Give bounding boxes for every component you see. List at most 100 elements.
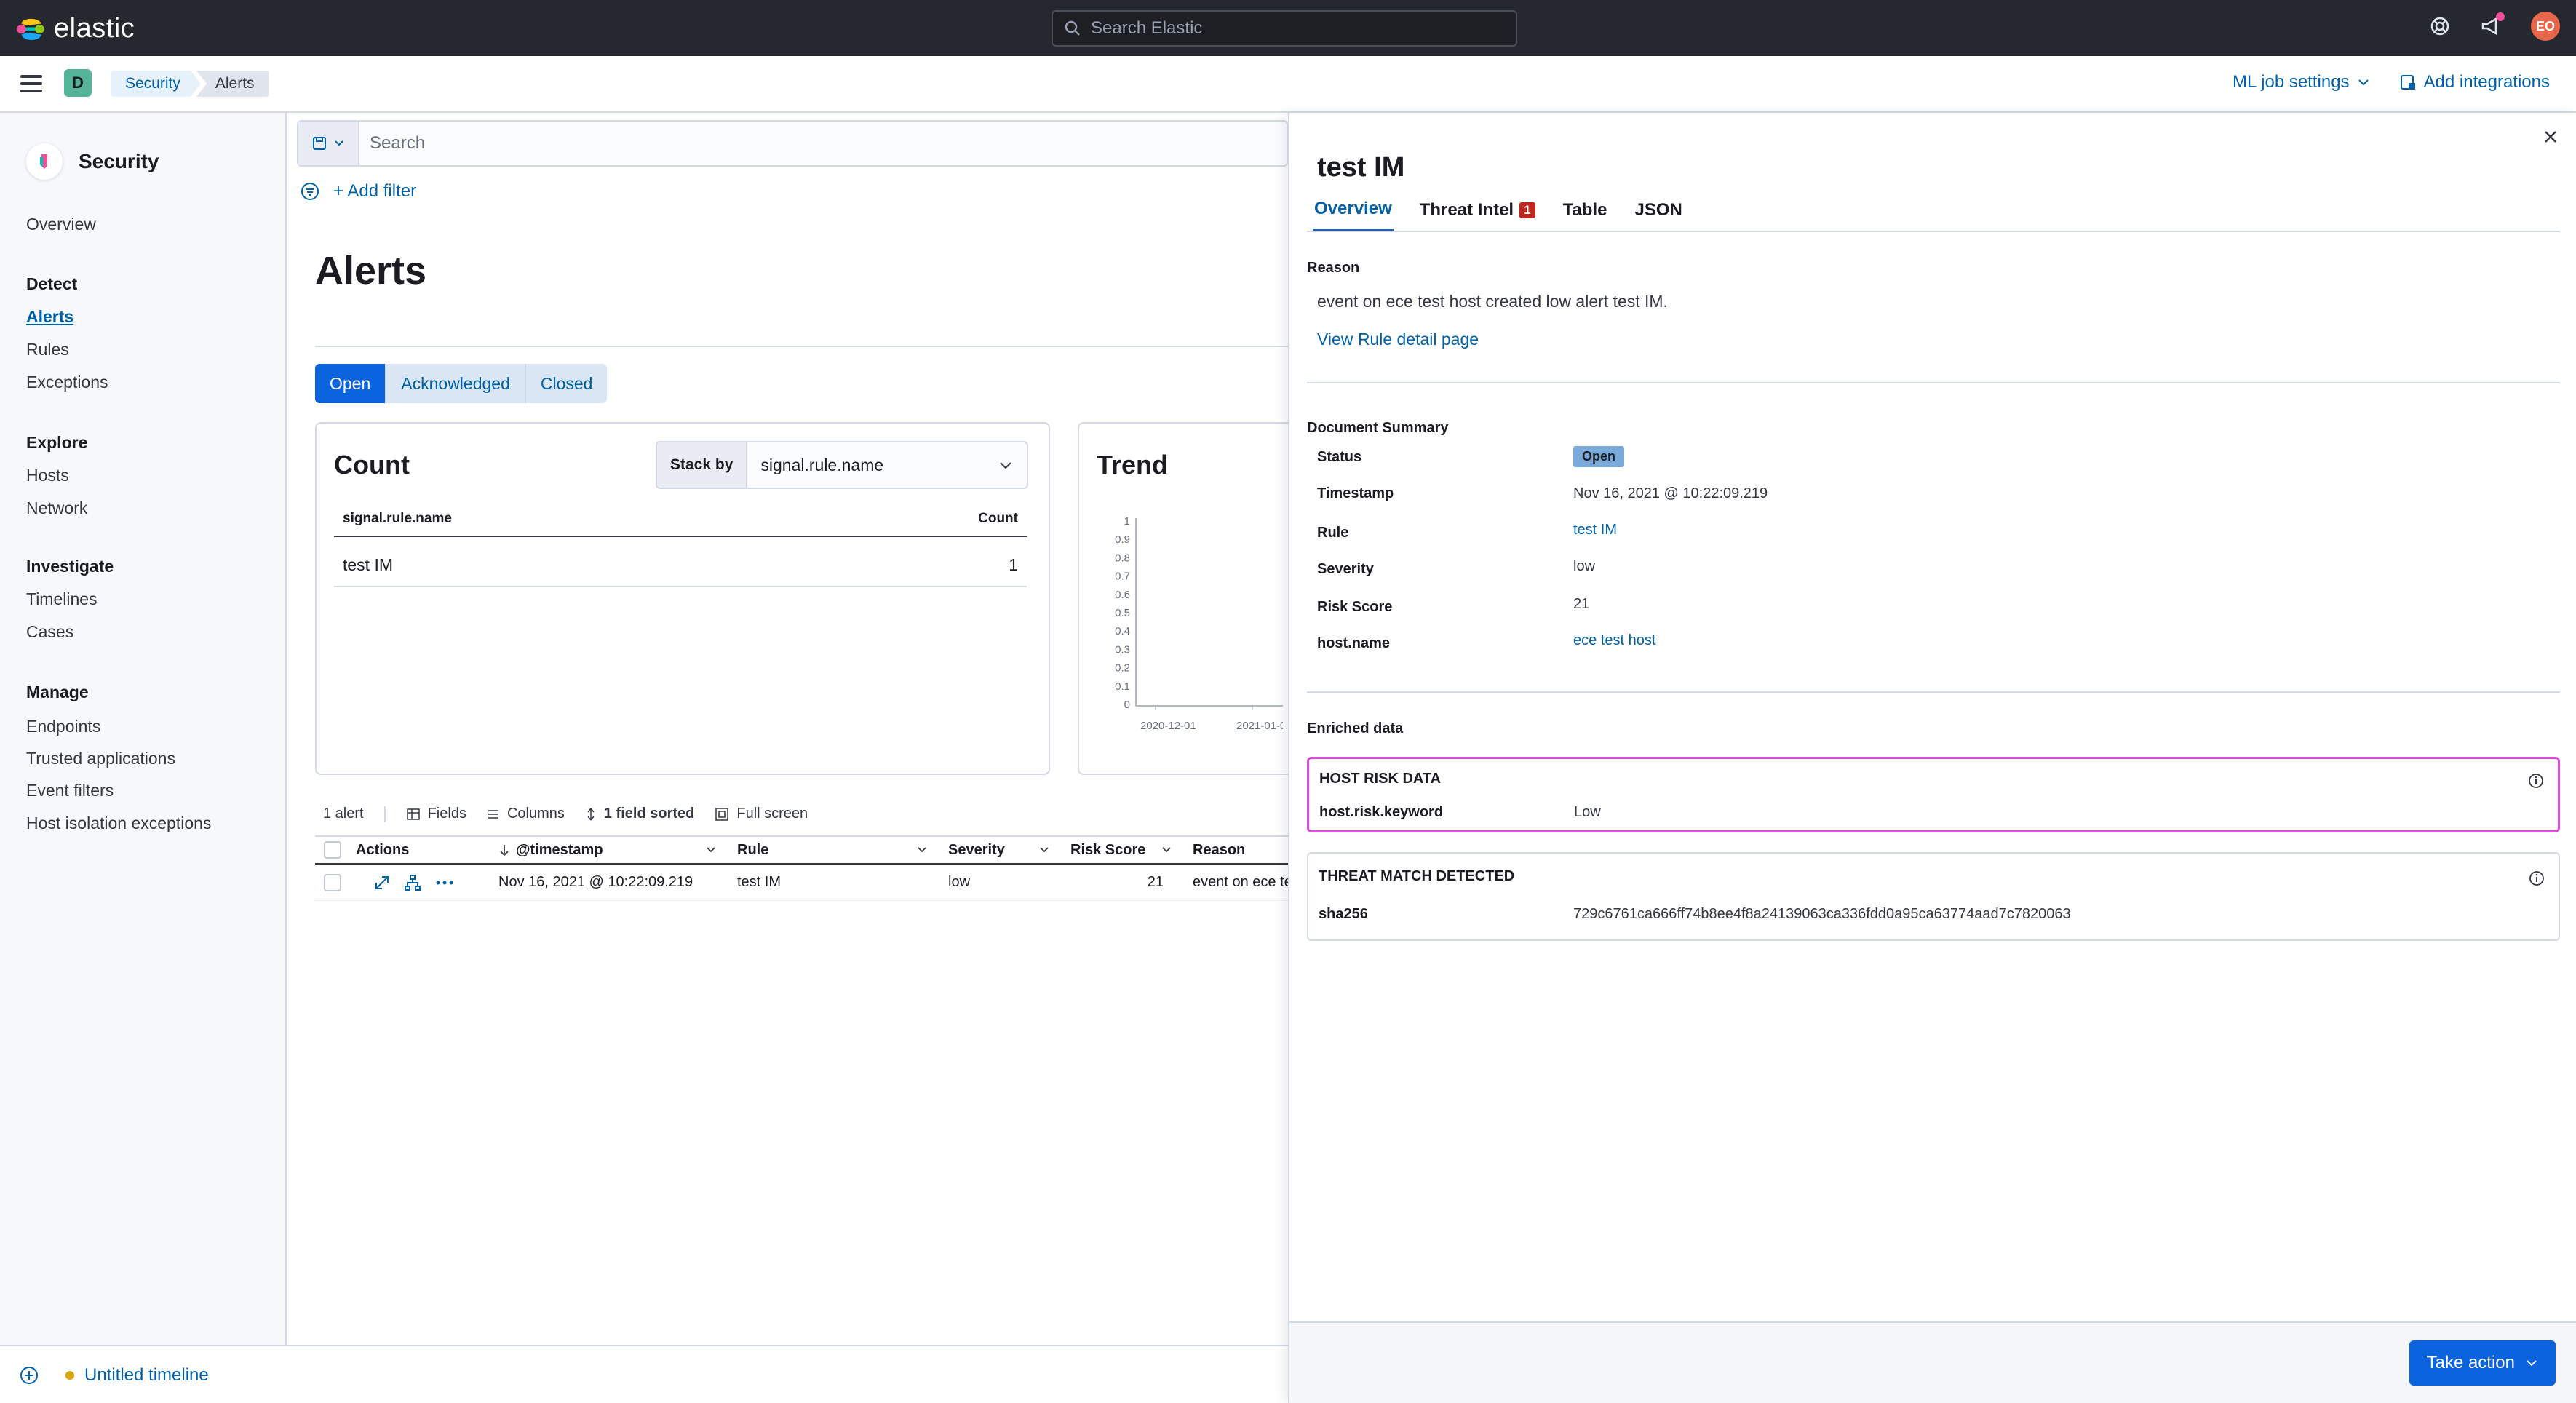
threat-match-value: 729c6761ca666ff74b8ee4f8a24139063ca336fd… <box>1573 906 2071 922</box>
take-action-label: Take action <box>2426 1353 2515 1372</box>
divider <box>1307 382 2560 383</box>
news-feed-button[interactable] <box>2480 12 2505 37</box>
status-filter-group: Open Acknowledged Closed <box>315 364 608 403</box>
count-panel-title: Count <box>334 450 410 480</box>
query-search-input[interactable] <box>359 133 1233 154</box>
y-tick-label: 0.1 <box>1115 680 1130 693</box>
column-header-reason[interactable]: Reason <box>1184 842 1288 859</box>
divider <box>1307 231 2560 232</box>
user-avatar[interactable]: EO <box>2531 12 2560 41</box>
menu-toggle-icon[interactable] <box>20 75 42 92</box>
notification-dot <box>2496 12 2505 21</box>
breadcrumb-security[interactable]: Security <box>111 71 201 97</box>
threat-match-title: THREAT MATCH DETECTED <box>1319 868 1515 884</box>
sidebar-item-exceptions[interactable]: Exceptions <box>26 373 108 392</box>
reason-heading: Reason <box>1307 260 1360 276</box>
breadcrumb-alerts: Alerts <box>196 71 269 97</box>
add-integrations-button[interactable]: Add integrations <box>2399 72 2550 92</box>
untitled-timeline-button[interactable]: Untitled timeline <box>65 1365 209 1386</box>
select-all-checkbox[interactable] <box>324 841 341 859</box>
breadcrumb: Security Alerts <box>111 71 269 97</box>
count-panel: Count Stack by signal.rule.name signal.r… <box>315 422 1050 775</box>
sidebar-item-overview[interactable]: Overview <box>26 215 96 234</box>
analyze-event-icon[interactable] <box>404 874 421 891</box>
sidebar-item-rules[interactable]: Rules <box>26 340 69 359</box>
filter-options-icon[interactable] <box>300 181 320 202</box>
column-header-count[interactable]: Count <box>978 511 1018 536</box>
alerts-page: + Add filter Alerts Open Acknowledged Cl… <box>288 113 1288 1345</box>
host-risk-card: HOST RISK DATA host.risk.keyword Low <box>1307 757 2560 832</box>
info-icon[interactable] <box>2527 772 2545 790</box>
chevron-down-icon <box>2527 1360 2537 1367</box>
space-avatar[interactable]: D <box>64 69 92 97</box>
status-open-button[interactable]: Open <box>315 364 387 403</box>
stack-by-select[interactable]: Stack by signal.rule.name <box>656 441 1028 489</box>
expand-icon[interactable] <box>373 874 391 891</box>
sidebar-item-trusted-applications[interactable]: Trusted applications <box>26 749 175 768</box>
chevron-down-icon <box>1000 462 1011 469</box>
more-actions-icon[interactable] <box>434 874 455 891</box>
status-badge[interactable]: Open <box>1573 446 1625 467</box>
global-search[interactable] <box>1052 10 1517 47</box>
table-row[interactable]: test IM 1 <box>334 544 1027 587</box>
full-screen-button[interactable]: Full screen <box>715 806 808 822</box>
take-action-button[interactable]: Take action <box>2409 1340 2556 1386</box>
status-acknowledged-button[interactable]: Acknowledged <box>386 364 526 403</box>
ml-job-settings-button[interactable]: ML job settings <box>2233 72 2370 92</box>
summary-host-name-link[interactable]: ece test host <box>1573 632 1655 649</box>
column-header-severity[interactable]: Severity <box>939 842 1062 859</box>
query-bar <box>297 120 1288 167</box>
sidebar-title: Security <box>79 150 159 172</box>
summary-timestamp-value: Nov 16, 2021 @ 10:22:09.219 <box>1573 485 1768 501</box>
help-icon[interactable] <box>2429 15 2451 37</box>
column-header-rule-name[interactable]: signal.rule.name <box>343 511 452 536</box>
sidebar-item-endpoints[interactable]: Endpoints <box>26 717 100 736</box>
sidebar-group-investigate: Investigate <box>26 557 114 576</box>
sidebar-item-alerts[interactable]: Alerts <box>26 307 73 327</box>
sort-button[interactable]: 1 field sorted <box>585 806 694 822</box>
global-header: elastic EO <box>0 0 2576 56</box>
global-search-input[interactable] <box>1091 18 1498 39</box>
count-table-header: signal.rule.name Count <box>334 511 1027 537</box>
column-header-rule[interactable]: Rule <box>728 842 939 859</box>
grid-toolbar: 1 alert Fields Columns 1 field sorted Fu… <box>323 806 808 822</box>
tab-table[interactable]: Table <box>1562 199 1609 232</box>
sidebar-item-event-filters[interactable]: Event filters <box>26 781 114 800</box>
add-filter-button[interactable]: + Add filter <box>333 181 416 202</box>
logo-text: elastic <box>54 13 135 44</box>
y-tick-label: 0.6 <box>1115 589 1130 601</box>
column-header-risk-score[interactable]: Risk Score <box>1062 842 1184 859</box>
alerts-table-header: Actions @timestamp Rule Severity Risk Sc… <box>315 835 1288 865</box>
row-checkbox[interactable] <box>324 873 341 891</box>
rule-name-cell: test IM <box>343 555 394 574</box>
sidebar-item-hosts[interactable]: Hosts <box>26 466 69 485</box>
column-header-timestamp[interactable]: @timestamp <box>498 842 728 859</box>
flyout-title: test IM <box>1317 152 1405 183</box>
view-rule-detail-link[interactable]: View Rule detail page <box>1317 330 1479 349</box>
summary-risk-score-value: 21 <box>1573 596 1590 612</box>
columns-button[interactable]: Columns <box>487 806 565 822</box>
y-tick-label: 0.2 <box>1115 662 1130 675</box>
sidebar-item-host-isolation-exceptions[interactable]: Host isolation exceptions <box>26 814 211 833</box>
chevron-down-icon <box>918 847 926 853</box>
summary-timestamp-label: Timestamp <box>1317 485 1394 501</box>
close-icon[interactable] <box>2540 126 2561 148</box>
summary-host-name-label: host.name <box>1317 635 1391 651</box>
summary-rule-link[interactable]: test IM <box>1573 522 1617 538</box>
tab-overview[interactable]: Overview <box>1313 199 1394 232</box>
add-timeline-icon[interactable] <box>19 1365 39 1386</box>
sidebar-item-network[interactable]: Network <box>26 498 87 518</box>
sidebar-item-timelines[interactable]: Timelines <box>26 589 98 609</box>
info-icon[interactable] <box>2528 870 2545 887</box>
tab-threat-intel[interactable]: Threat Intel 1 <box>1418 199 1537 232</box>
tab-json[interactable]: JSON <box>1633 199 1683 232</box>
column-header-actions: Actions <box>356 841 410 858</box>
table-row[interactable]: Nov 16, 2021 @ 10:22:09.219 test IM low … <box>315 865 1288 901</box>
fields-button[interactable]: Fields <box>406 806 466 822</box>
elastic-logo[interactable]: elastic <box>16 13 135 44</box>
status-closed-button[interactable]: Closed <box>525 364 608 403</box>
sidebar-item-cases[interactable]: Cases <box>26 622 73 642</box>
saved-query-button[interactable] <box>298 122 359 165</box>
y-tick-label: 0.8 <box>1115 552 1130 564</box>
search-icon <box>1065 20 1080 36</box>
